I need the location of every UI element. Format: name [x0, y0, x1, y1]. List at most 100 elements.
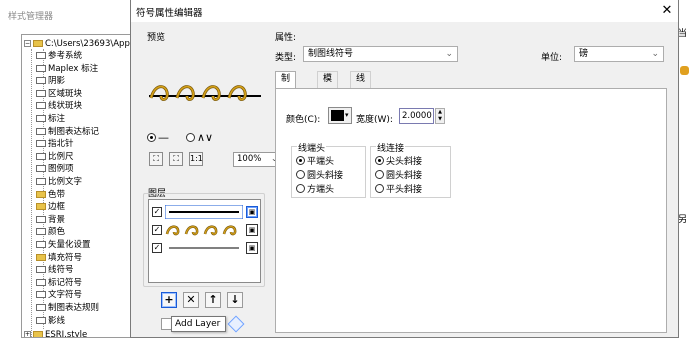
actual-size-button[interactable]: 1:1: [189, 152, 203, 166]
spin-up-icon[interactable]: ▲: [436, 109, 444, 116]
preview-group-label: 预览: [147, 33, 166, 43]
lock-icon[interactable]: ▣: [246, 242, 258, 254]
tree-item-label: 阴影: [48, 76, 66, 87]
width-spinner[interactable]: ▲ ▼: [435, 108, 445, 124]
zoom-in-button[interactable]: ⛶: [149, 152, 163, 166]
width-input[interactable]: 2.0000: [399, 108, 434, 124]
tree-root-item[interactable]: − C:\Users\23693\App: [24, 38, 130, 50]
join-option-bevel[interactable]: 平头斜接: [375, 182, 422, 195]
tree-item[interactable]: 颜色: [36, 226, 65, 238]
zoom-select[interactable]: 100%⌄: [233, 152, 281, 167]
tree-item[interactable]: 标注: [36, 113, 65, 125]
tree-item[interactable]: 线状斑块: [36, 100, 82, 112]
add-layer-button[interactable]: +: [161, 292, 177, 308]
tab-line-properties[interactable]: 线属性: [350, 71, 372, 114]
tree-item[interactable]: 填充符号: [36, 252, 82, 264]
unit-select[interactable]: 磅 ⌄: [574, 46, 664, 62]
radio-wave-preview[interactable]: [186, 132, 195, 142]
tab-cartographic-line[interactable]: 制图线: [275, 71, 297, 114]
line-join-legend: 线连接: [376, 141, 406, 154]
type-select[interactable]: 制图线符号 ⌄: [303, 46, 458, 62]
actual-size-icon: 1:1: [190, 154, 203, 163]
join-option-miter[interactable]: 尖头斜接: [375, 154, 422, 167]
expand-icon[interactable]: +: [24, 331, 31, 337]
tree-item-label: 线符号: [48, 265, 74, 276]
symbol-folder-icon: [36, 228, 46, 236]
properties-label: 属性:: [275, 33, 297, 43]
tree-item[interactable]: 矢量化设置: [36, 239, 91, 251]
tree-item[interactable]: 比例文字: [36, 176, 82, 188]
layers-list[interactable]: ✓ ▣ ✓ ▣ ✓ ▣: [148, 199, 261, 283]
radio-button[interactable]: [375, 156, 384, 165]
layer-visible-checkbox[interactable]: ✓: [152, 207, 162, 217]
tree-item[interactable]: 制图表达标记: [36, 126, 99, 138]
tree-item[interactable]: 制图表达规则: [36, 302, 99, 314]
ornament-icon: [680, 66, 689, 75]
tree-item[interactable]: 边框: [36, 201, 65, 213]
tab-template[interactable]: 模板: [317, 71, 339, 99]
symbol-folder-icon: [36, 241, 46, 248]
tree-item[interactable]: 区域斑块: [36, 88, 82, 100]
style-manager-window: 样式管理器 − C:\Users\23693\App 参考系统 Maplex 标注阴…: [0, 0, 135, 338]
lock-icon[interactable]: ▣: [246, 206, 258, 218]
tree-item-label: 标记符号: [48, 277, 83, 288]
tree-item[interactable]: 影线: [36, 315, 65, 327]
tree-item[interactable]: 色带: [36, 189, 65, 201]
symbol-property-editor-dialog: 符号属性编辑器 ✕ 预览 — ∧∨ ⛶ ⛶ 1:1 100%⌄ 图层: [130, 0, 679, 338]
tree-item-label: 文字符号: [48, 290, 83, 301]
line-join-group: 线连接 尖头斜接 圆头斜接 平头斜接: [370, 141, 451, 198]
cap-option-square[interactable]: 方端头: [296, 182, 334, 195]
paste-layer-icon[interactable]: [227, 315, 245, 333]
radio-button[interactable]: [296, 156, 305, 165]
tree-item[interactable]: 阴影: [36, 75, 65, 87]
tree-item[interactable]: 指北针: [36, 138, 74, 150]
tree-item[interactable]: 背景: [36, 214, 65, 226]
tree-item[interactable]: 比例尺: [36, 151, 74, 163]
radio-button[interactable]: [375, 184, 384, 193]
color-picker-button[interactable]: ▾: [328, 107, 352, 124]
cap-option-round[interactable]: 圆头斜接: [296, 168, 343, 181]
tree-item[interactable]: 标记符号: [36, 277, 82, 289]
style-manager-title: 样式管理器: [8, 12, 54, 22]
layer-visible-checkbox[interactable]: ✓: [152, 243, 162, 253]
layer-visible-checkbox[interactable]: ✓: [152, 225, 162, 235]
layer-row[interactable]: ✓ ▣: [152, 223, 258, 237]
symbol-folder-icon: [36, 165, 46, 173]
chevron-down-icon: ⌄: [445, 49, 453, 59]
close-button[interactable]: ✕: [656, 1, 678, 21]
radio-line-preview[interactable]: [147, 132, 156, 142]
folder-icon: [36, 190, 46, 198]
collapse-icon[interactable]: −: [24, 40, 31, 47]
spin-down-icon[interactable]: ▼: [436, 116, 444, 123]
tree-item-label: 图例项: [48, 164, 74, 175]
dialog-titlebar: 符号属性编辑器 ✕: [131, 0, 678, 22]
tree-item-label: 区域斑块: [48, 88, 83, 99]
move-layer-down-button[interactable]: ↓: [227, 292, 243, 308]
tree-item-esri-style[interactable]: + ESRI.style: [24, 329, 87, 337]
tree-item[interactable]: 线符号: [36, 264, 74, 276]
cap-option-butt[interactable]: 平端头: [296, 154, 334, 167]
radio-button[interactable]: [375, 170, 384, 179]
tree-item[interactable]: 参考系统: [36, 50, 82, 62]
tree-item[interactable]: Maplex 标注: [36, 63, 98, 75]
tree-item[interactable]: 文字符号: [36, 289, 82, 301]
layer-toolbar: + ✕ ↑ ↓: [161, 292, 251, 312]
remove-layer-button[interactable]: ✕: [183, 292, 199, 308]
layer-row[interactable]: ✓ ▣: [152, 205, 258, 219]
radio-button[interactable]: [296, 170, 305, 179]
move-layer-up-button[interactable]: ↑: [205, 292, 221, 308]
tree-root-label: C:\Users\23693\App: [45, 39, 130, 49]
zoom-out-button[interactable]: ⛶: [169, 152, 183, 166]
lock-icon[interactable]: ▣: [246, 224, 258, 236]
style-tree[interactable]: − C:\Users\23693\App 参考系统 Maplex 标注 阴影 区域斑块线…: [21, 34, 134, 338]
radio-button[interactable]: [296, 184, 305, 193]
layer-row[interactable]: ✓ ▣: [152, 241, 258, 255]
zoom-out-icon: ⛶: [173, 154, 179, 163]
tree-item-label: 色带: [48, 189, 66, 200]
tree-item[interactable]: 图例项: [36, 163, 74, 175]
tree-item-label: Maplex 标注: [48, 63, 99, 74]
layer-swatch-solid: [165, 205, 243, 219]
join-option-round[interactable]: 圆头斜接: [375, 168, 422, 181]
symbol-folder-icon: [36, 215, 46, 223]
delete-icon: ✕: [186, 293, 196, 306]
